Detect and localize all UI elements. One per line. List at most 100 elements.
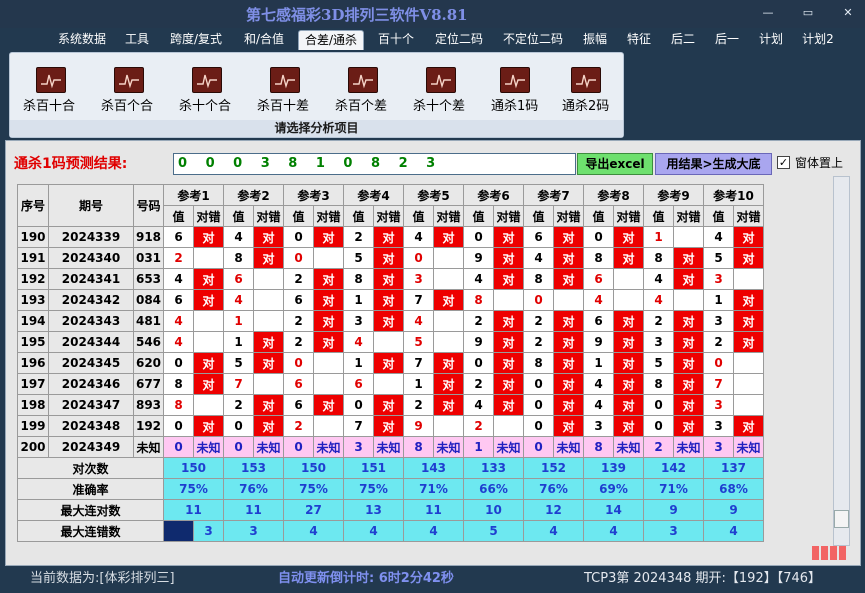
stat-value: 4 <box>523 520 584 542</box>
ribbon-item-kill-hundred-one-sum[interactable]: 杀百个合 <box>101 95 153 114</box>
stat-value: 4 <box>283 520 344 542</box>
chart-icon[interactable] <box>270 67 300 93</box>
cell-check <box>193 310 224 332</box>
cell-value: 0 <box>523 373 554 395</box>
col-subheader-check: 对错 <box>733 205 764 227</box>
menu-item-last-one[interactable]: 后一 <box>710 30 744 50</box>
menu-item-combo-kill[interactable]: 合差/通杀 <box>298 30 364 50</box>
maximize-button[interactable]: ▭ <box>801 6 815 20</box>
cell-check: 对 <box>673 247 704 269</box>
chart-icon[interactable] <box>36 67 66 93</box>
col-header-ref: 参考3 <box>283 184 344 206</box>
col-subheader-check: 对错 <box>193 205 224 227</box>
menu-item-amplitude[interactable]: 振幅 <box>578 30 612 50</box>
ribbon-item-kill-ten-one-sum[interactable]: 杀十个合 <box>179 95 231 114</box>
col-subheader-check: 对错 <box>493 205 524 227</box>
col-header-ref: 参考7 <box>523 184 584 206</box>
menu-item-nonposition-two[interactable]: 不定位二码 <box>498 30 568 50</box>
chart-icon[interactable] <box>571 67 601 93</box>
row-number: 未知 <box>133 436 164 458</box>
row-period: 2024347 <box>48 394 134 416</box>
ribbon-item-kill-hundred-ten-diff[interactable]: 杀百十差 <box>257 95 309 114</box>
cell-check <box>733 373 764 395</box>
col-header-period: 期号 <box>48 184 134 227</box>
pending-check: 未知 <box>313 436 344 458</box>
pending-value: 0 <box>283 436 314 458</box>
cell-check <box>553 289 584 311</box>
row-seq: 197 <box>17 373 49 395</box>
row-seq: 190 <box>17 226 49 248</box>
cell-value: 1 <box>343 352 374 374</box>
stat-label: 最大连错数 <box>17 520 164 542</box>
menu-item-last-two[interactable]: 后二 <box>666 30 700 50</box>
ribbon-item-kill-hundred-ten-sum[interactable]: 杀百十合 <box>23 95 75 114</box>
cell-value: 4 <box>583 373 614 395</box>
chart-icon[interactable] <box>348 67 378 93</box>
cell-check: 对 <box>373 289 404 311</box>
cell-check: 对 <box>253 415 284 437</box>
vertical-scrollbar[interactable] <box>833 176 850 546</box>
cell-value: 2 <box>463 415 494 437</box>
menu-item-system-data[interactable]: 系统数据 <box>53 30 111 50</box>
cell-check <box>733 268 764 290</box>
cell-check: 对 <box>253 226 284 248</box>
cell-check: 对 <box>733 310 764 332</box>
pending-check: 未知 <box>253 436 284 458</box>
col-header-seq: 序号 <box>17 184 49 227</box>
scrollbar-thumb[interactable] <box>834 510 849 528</box>
export-excel-button[interactable]: 导出excel <box>577 153 653 175</box>
cell-value: 0 <box>223 415 254 437</box>
menu-item-plan[interactable]: 计划 <box>754 30 788 50</box>
menu-item-position-two[interactable]: 定位二码 <box>430 30 488 50</box>
menu-item-span[interactable]: 跨度/复式 <box>164 30 228 50</box>
chart-icon[interactable] <box>500 67 530 93</box>
minimize-button[interactable]: — <box>761 6 775 20</box>
ribbon-item-kill-hundred-one-diff[interactable]: 杀百个差 <box>335 95 387 114</box>
stat-value: 71% <box>643 478 704 500</box>
col-subheader-check: 对错 <box>673 205 704 227</box>
cell-value: 8 <box>163 373 194 395</box>
chart-icon[interactable] <box>192 67 222 93</box>
topmost-checkbox[interactable]: ✓ <box>777 156 790 169</box>
cell-check: 对 <box>673 352 704 374</box>
generate-base-button[interactable]: 用结果>生成大底 <box>655 153 772 175</box>
prediction-result-field[interactable]: 0 0 0 3 8 1 0 8 2 3 <box>173 153 576 175</box>
cell-check <box>613 289 644 311</box>
cell-check: 对 <box>493 247 524 269</box>
menu-item-features[interactable]: 特征 <box>622 30 656 50</box>
pending-check: 未知 <box>373 436 404 458</box>
ribbon-item-kill-ten-one-diff[interactable]: 杀十个差 <box>413 95 465 114</box>
close-button[interactable]: ✕ <box>841 6 855 20</box>
cell-value: 2 <box>283 310 314 332</box>
menu-item-hundreds[interactable]: 百十个 <box>373 30 419 50</box>
pending-check: 未知 <box>433 436 464 458</box>
stat-value: 4 <box>703 520 764 542</box>
cell-check: 对 <box>613 415 644 437</box>
ribbon-item-kill-two-code[interactable]: 通杀2码 <box>562 95 609 114</box>
ribbon-item-kill-one-code[interactable]: 通杀1码 <box>491 95 538 114</box>
cell-check: 对 <box>493 352 524 374</box>
menu-item-plan2[interactable]: 计划2 <box>798 30 838 50</box>
menu-item-sum[interactable]: 和/合值 <box>238 30 290 50</box>
cell-check: 对 <box>673 415 704 437</box>
cell-value: 1 <box>703 289 734 311</box>
indicator-blocks <box>812 546 850 560</box>
cell-check: 对 <box>193 415 224 437</box>
cell-check: 对 <box>373 394 404 416</box>
chart-icon[interactable] <box>426 67 456 93</box>
cell-value: 6 <box>163 289 194 311</box>
col-subheader-check: 对错 <box>553 205 584 227</box>
cell-check: 对 <box>193 352 224 374</box>
col-header-ref: 参考6 <box>463 184 524 206</box>
cell-value: 0 <box>283 226 314 248</box>
pending-value: 3 <box>703 436 734 458</box>
cell-check <box>673 226 704 248</box>
cell-check <box>313 415 344 437</box>
row-period: 2024343 <box>48 310 134 332</box>
menu-item-tools[interactable]: 工具 <box>121 30 153 50</box>
row-seq: 192 <box>17 268 49 290</box>
cell-value: 4 <box>643 268 674 290</box>
cell-value: 1 <box>343 289 374 311</box>
cell-check: 对 <box>253 331 284 353</box>
chart-icon[interactable] <box>114 67 144 93</box>
